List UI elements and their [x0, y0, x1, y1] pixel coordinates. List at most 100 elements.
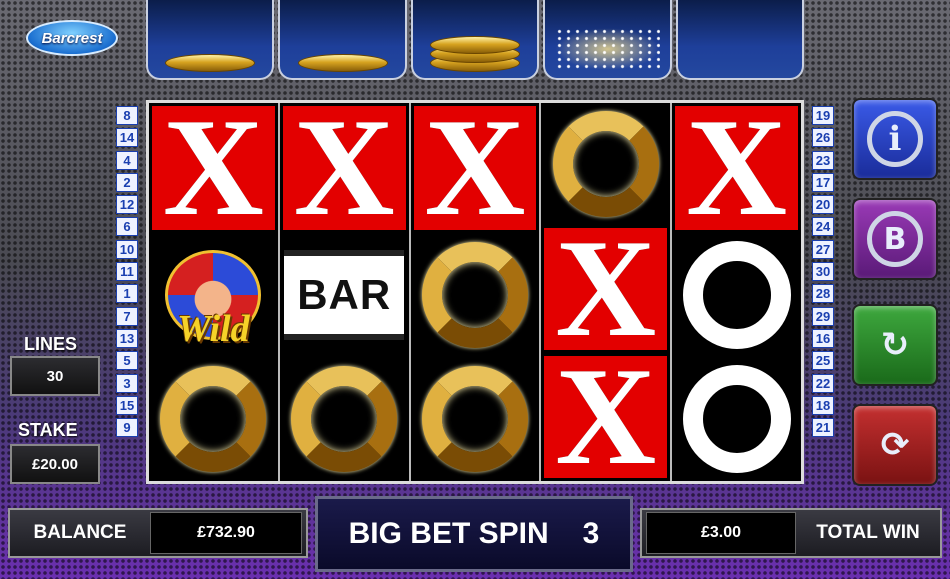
payline-number: 25 — [812, 351, 834, 371]
payline-number: 11 — [116, 262, 138, 282]
total-win-label: TOTAL WIN — [816, 522, 920, 543]
info-button[interactable]: i — [852, 98, 938, 180]
big-bet-spin-count: 3 — [582, 517, 600, 550]
stake-label: STAKE — [18, 420, 78, 440]
payline-number: 26 — [812, 128, 834, 148]
gold-o-symbol — [421, 366, 528, 472]
payline-number: 14 — [116, 128, 138, 148]
reel-cell — [672, 233, 801, 357]
reel-cell: Wild — [149, 233, 278, 357]
gold-o-symbol — [291, 366, 398, 472]
info-icon: i — [867, 111, 923, 167]
payline-number: 30 — [812, 262, 834, 282]
big-bet-button[interactable]: B — [852, 198, 938, 280]
payline-number: 12 — [116, 195, 138, 215]
total-win-panel: £3.00 TOTAL WIN — [640, 508, 942, 558]
wild-label: Wild — [177, 308, 250, 350]
reel: X — [410, 103, 542, 481]
reel-cell: X — [149, 103, 278, 233]
tray-slot — [543, 0, 672, 80]
payline-number: 2 — [116, 172, 138, 192]
x-symbol: X — [162, 103, 264, 233]
reel-cell: X — [541, 353, 671, 481]
payline-number: 16 — [812, 328, 834, 348]
lines-value[interactable]: 30 — [10, 356, 100, 396]
stake-value[interactable]: £20.00 — [10, 444, 100, 484]
gold-o-symbol — [421, 242, 528, 348]
wild-jester-symbol: Wild — [155, 237, 271, 353]
barcrest-logo: Barcrest — [26, 20, 118, 56]
payline-number: 27 — [812, 239, 834, 259]
payline-number: 4 — [116, 150, 138, 170]
reel-cell: BAR — [279, 233, 409, 357]
gamble-button[interactable]: ↻ — [852, 304, 938, 386]
reel: X BAR — [279, 103, 411, 481]
reel-cell — [672, 357, 801, 481]
reel-cell — [149, 357, 278, 481]
lines-label: LINES — [24, 334, 78, 354]
x-symbol: X — [555, 353, 657, 481]
payline-number: 3 — [116, 373, 138, 393]
x-symbol: X — [293, 103, 395, 233]
x-symbol: X — [555, 225, 657, 353]
reel-cell — [541, 103, 671, 225]
paylines-left: 8 14 4 2 12 6 10 11 1 7 13 5 3 15 9 — [116, 106, 138, 438]
reel-cell — [410, 357, 540, 481]
gold-coin-icon — [165, 54, 256, 72]
refresh-icon: ⟳ — [880, 425, 910, 465]
reel: X — [672, 103, 801, 481]
paylines-right: 19 26 23 17 20 24 27 30 28 29 16 25 22 18 21 — [812, 106, 834, 438]
payline-number: 8 — [116, 106, 138, 125]
reel-cell — [410, 233, 540, 357]
payline-number: 5 — [116, 351, 138, 371]
bar-symbol: BAR — [284, 250, 405, 340]
payline-number: 23 — [812, 150, 834, 170]
tray-slot — [278, 0, 407, 80]
reel-grid: X Wild X BAR X X X X — [146, 100, 804, 484]
x-symbol: X — [424, 103, 526, 233]
payline-number: 10 — [116, 239, 138, 259]
big-bet-spin-button[interactable]: BIG BET SPIN 3 — [315, 496, 633, 572]
payline-number: 17 — [812, 172, 834, 192]
reel-cell: X — [410, 103, 540, 233]
payline-number: 29 — [812, 306, 834, 326]
payline-number: 9 — [116, 418, 138, 438]
reel: X Wild — [149, 103, 280, 481]
payline-number: 13 — [116, 328, 138, 348]
payline-number: 15 — [116, 395, 138, 415]
white-o-symbol — [682, 365, 791, 473]
total-win-value: £3.00 — [646, 512, 796, 554]
balance-value: £732.90 — [150, 512, 302, 554]
big-bet-icon: B — [867, 211, 923, 267]
reel-cell: X — [541, 225, 671, 353]
reel-cell: X — [279, 103, 409, 233]
white-o-symbol — [682, 241, 791, 349]
tray-slot — [146, 0, 275, 80]
payline-number: 19 — [812, 106, 834, 125]
payline-number: 20 — [812, 195, 834, 215]
rotate-arrow-icon: ↻ — [880, 325, 910, 365]
payline-number: 18 — [812, 395, 834, 415]
reel-cell: X — [672, 103, 801, 233]
balance-label: BALANCE — [33, 522, 127, 543]
payline-number: 7 — [116, 306, 138, 326]
payline-number: 24 — [812, 217, 834, 237]
x-symbol: X — [686, 103, 788, 233]
gold-coin-icon — [297, 54, 388, 72]
payline-number: 28 — [812, 284, 834, 304]
gold-o-symbol — [552, 111, 659, 217]
big-bet-spin-label: BIG BET SPIN — [348, 517, 549, 550]
reel-cell — [279, 357, 409, 481]
payline-number: 22 — [812, 373, 834, 393]
autoplay-button[interactable]: ⟳ — [852, 404, 938, 486]
gold-coin-icon — [430, 36, 521, 54]
collect-tray — [146, 0, 805, 80]
gold-o-symbol — [160, 366, 267, 472]
tray-slot — [410, 0, 540, 80]
tray-slot — [675, 0, 805, 80]
reel: XX — [541, 103, 673, 481]
sparkle-icon — [555, 28, 660, 70]
payline-number: 1 — [116, 284, 138, 304]
payline-number: 6 — [116, 217, 138, 237]
balance-panel: BALANCE £732.90 — [8, 508, 308, 558]
